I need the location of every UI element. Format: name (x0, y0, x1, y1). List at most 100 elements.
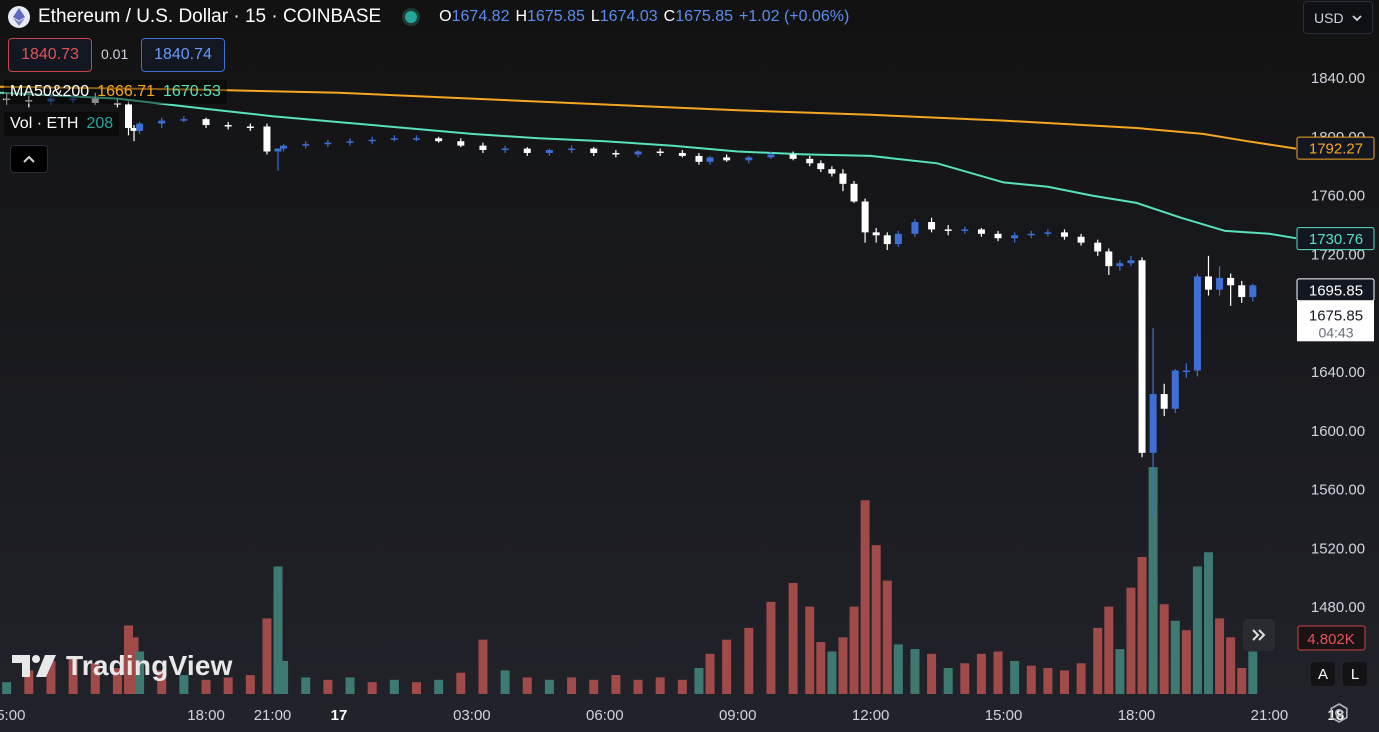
volume-bar (788, 582, 798, 694)
candlestick (1160, 383, 1168, 417)
volume-indicator-name: Vol · ETH (10, 115, 79, 132)
symbol-title[interactable]: Ethereum / U.S. Dollar · 15 · COINBASE (38, 6, 381, 28)
volume-bar (367, 682, 377, 694)
market-status-dot (405, 11, 418, 23)
candlestick (501, 145, 509, 153)
collapse-legend-button[interactable] (10, 145, 48, 173)
candlestick (678, 150, 686, 158)
candlestick (479, 142, 487, 153)
auto-scale-button[interactable]: A (1311, 662, 1335, 686)
candlesticks (3, 92, 1257, 518)
open-label: O (439, 8, 452, 25)
currency-select[interactable]: USD (1303, 1, 1373, 34)
volume-bar (456, 672, 466, 694)
candlestick (861, 198, 869, 243)
ma-indicator-name: MA50&200 (10, 83, 90, 100)
volume-bar (1192, 566, 1202, 694)
candlestick (1193, 273, 1201, 377)
price-label: 1675.8504:43 (1297, 300, 1374, 342)
ethereum-icon (8, 6, 30, 28)
ma200-value: 1670.53 (163, 83, 221, 100)
candlestick (202, 117, 210, 128)
candlestick (872, 227, 880, 243)
price-tick-label: 1600.00 (1311, 423, 1365, 440)
volume-indicator-legend[interactable]: Vol · ETH 208 (4, 112, 120, 136)
candlestick (1216, 266, 1224, 296)
log-scale-button[interactable]: L (1343, 662, 1367, 686)
price-tick-label: 1520.00 (1311, 540, 1365, 557)
candlestick (1060, 229, 1068, 240)
price-labels: 1792.271730.761695.851675.8504:43 (1296, 136, 1375, 342)
volume-bar (1115, 649, 1125, 694)
volume-bar (744, 627, 754, 694)
tradingview-text: TradingView (66, 650, 233, 681)
candlestick (263, 123, 271, 155)
candlestick (634, 150, 642, 158)
close-value: 1675.85 (675, 8, 734, 25)
volume-bar (567, 677, 577, 694)
price-tick-label: 1560.00 (1311, 482, 1365, 499)
svg-text:1730.76: 1730.76 (1309, 231, 1363, 248)
volume-bar (927, 653, 937, 694)
candlestick (590, 147, 598, 156)
price-chart[interactable]: 1840.001800.001760.001720.001680.001640.… (0, 0, 1379, 732)
time-tick-label: 03:00 (453, 707, 491, 724)
volume-bar (1226, 637, 1236, 694)
volume-bar (323, 679, 333, 694)
volume-bar (910, 649, 920, 694)
volume-bar (722, 639, 732, 694)
volume-bar (655, 677, 665, 694)
candlestick (1182, 363, 1190, 378)
ma-indicator-legend[interactable]: MA50&200 1666.71 1670.53 (4, 80, 227, 104)
symbol-legend: Ethereum / U.S. Dollar · 15 · COINBASE O… (8, 4, 849, 30)
volume-bar (389, 679, 399, 694)
volume-bar (1026, 665, 1036, 694)
candlestick (568, 145, 576, 153)
volume-bar (849, 606, 859, 694)
candlestick (1249, 283, 1257, 302)
tradingview-logo[interactable]: TradingView (12, 650, 233, 682)
open-value: 1674.82 (451, 8, 510, 25)
volume-bar (589, 679, 599, 694)
candlestick (390, 135, 398, 142)
candlestick (706, 155, 714, 165)
volume-bar (860, 500, 870, 694)
volume-bar (1181, 630, 1191, 694)
high-value: 1675.85 (527, 8, 585, 25)
volume-bar (1043, 668, 1053, 694)
volume-bar (1137, 556, 1147, 694)
time-tick-label: 06:00 (586, 707, 624, 724)
buy-button[interactable]: 1840.74 (141, 38, 225, 72)
candlestick (1011, 232, 1019, 243)
volume-value-label: 4.802K (1307, 631, 1355, 648)
volume-bar (766, 601, 776, 694)
volume-bar (262, 618, 272, 694)
volume-bar (805, 606, 815, 694)
close-label: C (663, 8, 676, 25)
volume-bar (976, 653, 986, 694)
candlestick (977, 227, 985, 237)
spread-value: 0.01 (101, 46, 129, 62)
price-tick-label: 1480.00 (1311, 599, 1365, 616)
candlestick (1204, 255, 1212, 296)
price-change: +1.02 (+0.06%) (739, 8, 850, 25)
double-chevron-right-icon (1252, 629, 1266, 641)
volume-bar (245, 675, 255, 694)
candlestick (994, 230, 1002, 242)
candlestick (136, 122, 144, 134)
volume-bar (2, 682, 12, 694)
sell-button[interactable]: 1840.73 (8, 38, 92, 72)
candlestick (302, 141, 310, 149)
candlestick (545, 148, 553, 156)
volume-bar (500, 670, 510, 694)
candlestick (274, 148, 282, 171)
volume-bar (827, 651, 837, 694)
price-label: 1730.76 (1296, 227, 1375, 251)
candlestick (828, 166, 836, 177)
tradingview-icon (12, 655, 56, 677)
scroll-to-realtime-button[interactable] (1243, 619, 1275, 651)
candlestick (612, 150, 620, 158)
candlestick (1227, 273, 1235, 306)
candlestick (1105, 248, 1113, 275)
candlestick (894, 230, 902, 248)
